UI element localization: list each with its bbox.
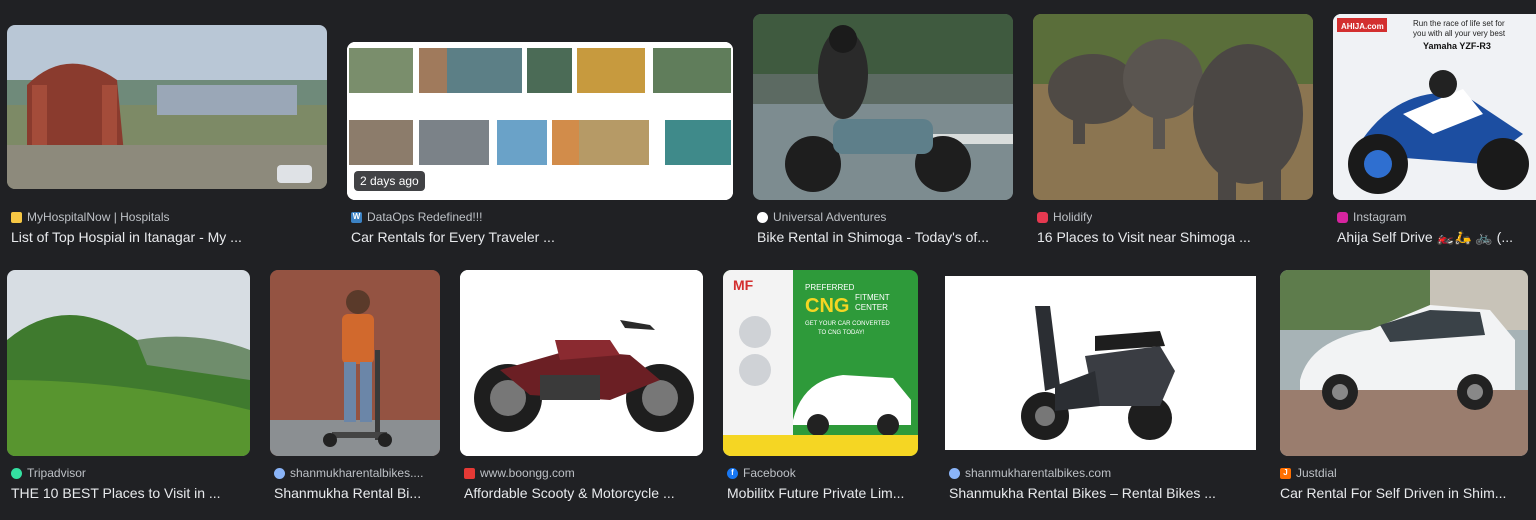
result-card[interactable]: www.boongg.com Affordable Scooty & Motor…: [460, 270, 703, 505]
instagram-icon: [1337, 211, 1348, 223]
result-card[interactable]: 2 days ago W DataOps Redefined!!! Car Ren…: [347, 14, 733, 249]
result-title[interactable]: Affordable Scooty & Motorcycle ...: [464, 484, 699, 502]
result-source: shanmukharentalbikes....: [290, 466, 424, 480]
result-source: MyHospitalNow | Hospitals: [27, 210, 170, 224]
result-source: Instagram: [1353, 210, 1407, 224]
result-card[interactable]: MyHospitalNow | Hospitals List of Top Ho…: [7, 14, 327, 249]
result-title[interactable]: 16 Places to Visit near Shimoga ...: [1037, 228, 1309, 246]
result-source: shanmukharentalbikes.com: [965, 466, 1112, 480]
result-thumbnail[interactable]: [7, 25, 327, 189]
result-source: DataOps Redefined!!!: [367, 210, 483, 224]
result-source: Facebook: [743, 466, 796, 480]
ad-model-text: Yamaha YZF-R3: [1423, 41, 1491, 51]
result-source: Holidify: [1053, 210, 1093, 224]
result-title[interactable]: Car Rentals for Every Traveler ...: [351, 228, 729, 246]
result-card[interactable]: MF PREFERRED CNG FITMENT CENTER GET YOUR…: [723, 270, 918, 505]
result-title[interactable]: Ahija Self Drive 🏍️🛵 🚲 (...: [1337, 228, 1536, 246]
cng-sub2-text: TO CNG TODAY!: [818, 330, 865, 336]
result-source: www.boongg.com: [480, 466, 575, 480]
mf-logo-text: MF: [733, 277, 754, 293]
result-title[interactable]: Car Rental For Self Driven in Shim...: [1280, 484, 1528, 502]
cng-sub1-text: GET YOUR CAR CONVERTED: [805, 321, 890, 327]
wordpress-icon: W: [351, 211, 362, 223]
result-title[interactable]: Bike Rental in Shimoga - Today's of...: [757, 228, 1009, 246]
result-card[interactable]: J Justdial Car Rental For Self Driven in …: [1276, 270, 1528, 505]
result-card[interactable]: shanmukharentalbikes.... Shanmukha Renta…: [270, 270, 440, 505]
result-source: Justdial: [1296, 466, 1337, 480]
justdial-icon: J: [1280, 467, 1291, 479]
globe-icon: [949, 467, 960, 479]
result-source: Tripadvisor: [27, 466, 86, 480]
result-thumbnail[interactable]: [270, 270, 440, 456]
result-card[interactable]: Tripadvisor THE 10 BEST Places to Visit …: [7, 270, 250, 505]
result-thumbnail[interactable]: [753, 14, 1013, 200]
result-source: Universal Adventures: [773, 210, 887, 224]
ad-brand-text: AHIJA.com: [1341, 22, 1384, 31]
result-card[interactable]: shanmukharentalbikes.com Shanmukha Renta…: [945, 270, 1256, 505]
ad-line1-text: Run the race of life set for: [1413, 19, 1505, 28]
result-thumbnail[interactable]: [1280, 270, 1528, 456]
result-thumbnail[interactable]: MF PREFERRED CNG FITMENT CENTER GET YOUR…: [723, 270, 918, 456]
myhospitalnow-icon: [11, 211, 22, 223]
holidify-icon: [1037, 211, 1048, 223]
result-card[interactable]: Universal Adventures Bike Rental in Shim…: [753, 14, 1013, 249]
result-thumbnail[interactable]: [1033, 14, 1313, 200]
universal-adventures-icon: [757, 211, 768, 223]
result-title[interactable]: List of Top Hospial in Itanagar - My ...: [11, 228, 323, 246]
boongg-icon: [464, 467, 475, 479]
result-thumbnail[interactable]: [945, 276, 1256, 450]
result-thumbnail[interactable]: [7, 270, 250, 456]
result-title[interactable]: Shanmukha Rental Bi...: [274, 484, 440, 502]
result-thumbnail[interactable]: AHIJA.com Run the race of life set for y…: [1333, 14, 1536, 200]
cng-big-text: CNG: [805, 295, 849, 317]
globe-icon: [274, 467, 285, 479]
result-thumbnail[interactable]: [460, 270, 703, 456]
age-badge: 2 days ago: [354, 171, 425, 191]
cng-fitment-text: FITMENT: [855, 293, 890, 302]
cng-center-text: CENTER: [855, 303, 888, 312]
result-card[interactable]: Holidify 16 Places to Visit near Shimoga…: [1033, 14, 1313, 249]
result-title[interactable]: THE 10 BEST Places to Visit in ...: [11, 484, 246, 502]
tripadvisor-icon: [11, 467, 22, 479]
result-card[interactable]: AHIJA.com Run the race of life set for y…: [1333, 14, 1536, 249]
facebook-icon: f: [727, 467, 738, 479]
result-title[interactable]: Mobilitx Future Private Lim...: [727, 484, 918, 502]
ad-line2-text: you with all your very best: [1413, 29, 1506, 38]
result-title[interactable]: Shanmukha Rental Bikes – Rental Bikes ..…: [949, 484, 1252, 502]
cng-preferred-text: PREFERRED: [805, 283, 855, 292]
